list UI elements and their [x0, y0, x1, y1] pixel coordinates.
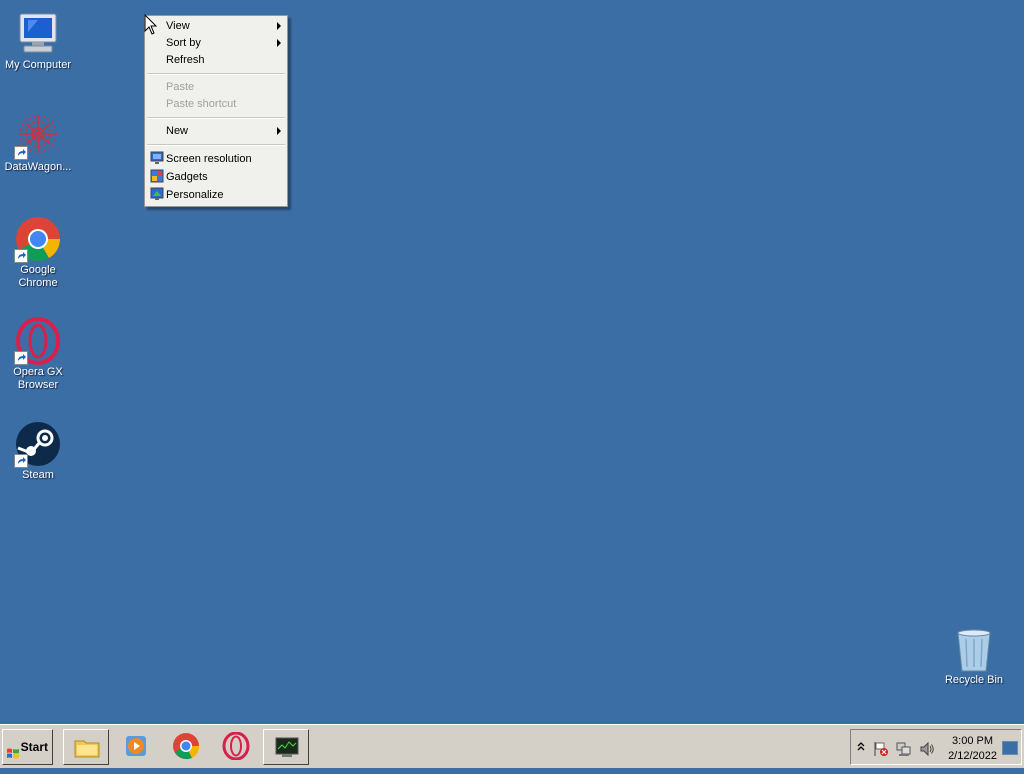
menu-item-label: Personalize [166, 189, 224, 201]
tray-clock[interactable]: 3:00 PM 2/12/2022 [948, 734, 997, 764]
chrome-icon [172, 732, 200, 763]
windows-logo-icon [6, 740, 20, 774]
menu-item-label: Paste [166, 81, 195, 93]
desktop-icon-label: My Computer [4, 59, 72, 71]
gadgets-icon [150, 169, 164, 183]
menu-item-label: Gadgets [166, 171, 208, 183]
menu-item-new[interactable]: New [145, 123, 287, 140]
recycle-bin-icon [950, 625, 998, 673]
system-tray: 3:00 PM 2/12/2022 [850, 729, 1022, 765]
start-button[interactable]: Start [2, 729, 53, 765]
clock-date: 2/12/2022 [948, 750, 997, 762]
desktop-icon-label: Recycle Bin [944, 674, 1004, 686]
media-player-icon [122, 732, 150, 763]
action-center-flag-icon[interactable] [873, 741, 889, 760]
shortcut-arrow-icon [14, 454, 28, 468]
menu-item-gadgets[interactable]: Gadgets [145, 168, 287, 186]
taskbar-media-player[interactable] [113, 729, 159, 765]
menu-separator [147, 73, 285, 75]
menu-item-personalize[interactable]: Personalize [145, 186, 287, 204]
submenu-arrow-icon [277, 39, 281, 47]
network-monitor-icon [273, 733, 301, 764]
desktop-icon-label: Opera GX Browser [13, 366, 63, 391]
menu-item-label: Screen resolution [166, 153, 252, 165]
menu-item-sort-by[interactable]: Sort by [145, 35, 287, 52]
taskbar-chrome[interactable] [163, 729, 209, 765]
datawagon-icon [14, 112, 62, 160]
taskbar-file-explorer[interactable] [63, 729, 109, 765]
start-label: Start [20, 740, 48, 754]
menu-item-label: Refresh [166, 54, 205, 66]
network-icon[interactable] [896, 741, 912, 760]
show-desktop-button[interactable] [1002, 741, 1018, 755]
chrome-icon [14, 215, 62, 263]
mouse-pointer-icon [144, 13, 158, 39]
menu-item-label: Paste shortcut [166, 98, 237, 110]
desktop-icon-label: Steam [22, 469, 54, 481]
menu-item-paste[interactable]: Paste [145, 79, 287, 96]
taskbar: Start 3:00 PM 2/12/2022 [0, 724, 1024, 768]
opera-gx-icon [14, 317, 62, 365]
desktop-icon-google-chrome[interactable]: Google Chrome [0, 215, 76, 290]
menu-item-label: New [166, 125, 189, 137]
shortcut-arrow-icon [14, 249, 28, 263]
file-explorer-icon [73, 733, 101, 764]
menu-item-view[interactable]: View [145, 18, 287, 35]
screen-resolution-icon [150, 151, 164, 165]
desktop-icon-steam[interactable]: Steam [0, 420, 76, 482]
desktop-icon-label: Google Chrome [18, 264, 58, 289]
desktop-icon-label: DataWagon... [4, 161, 72, 173]
menu-item-label: Sort by [166, 37, 201, 49]
shortcut-arrow-icon [14, 351, 28, 365]
submenu-arrow-icon [277, 127, 281, 135]
taskbar-opera-gx[interactable] [213, 729, 259, 765]
taskbar-network-monitor[interactable] [263, 729, 309, 765]
opera-gx-icon [222, 731, 250, 763]
menu-separator [147, 144, 285, 146]
clock-time: 3:00 PM [952, 735, 994, 747]
shortcut-arrow-icon [14, 146, 28, 160]
desktop-icon-my-computer[interactable]: My Computer [0, 10, 76, 72]
show-hidden-icons-icon[interactable] [856, 739, 866, 756]
menu-item-refresh[interactable]: Refresh [145, 52, 287, 69]
my-computer-icon [14, 10, 62, 58]
personalize-icon [150, 187, 164, 201]
menu-item-paste-shortcut[interactable]: Paste shortcut [145, 96, 287, 113]
desktop-icon-opera-gx[interactable]: Opera GX Browser [0, 317, 76, 392]
desktop-icon-datawagon[interactable]: DataWagon... [0, 112, 76, 174]
menu-item-screen-resolution[interactable]: Screen resolution [145, 150, 287, 168]
menu-item-label: View [166, 20, 190, 32]
menu-separator [147, 117, 285, 119]
desktop-icon-recycle-bin[interactable]: Recycle Bin [936, 625, 1012, 687]
desktop-context-menu: View Sort by Refresh Paste Paste shortcu… [144, 15, 288, 207]
volume-icon[interactable] [919, 741, 935, 760]
steam-icon [14, 420, 62, 468]
submenu-arrow-icon [277, 22, 281, 30]
